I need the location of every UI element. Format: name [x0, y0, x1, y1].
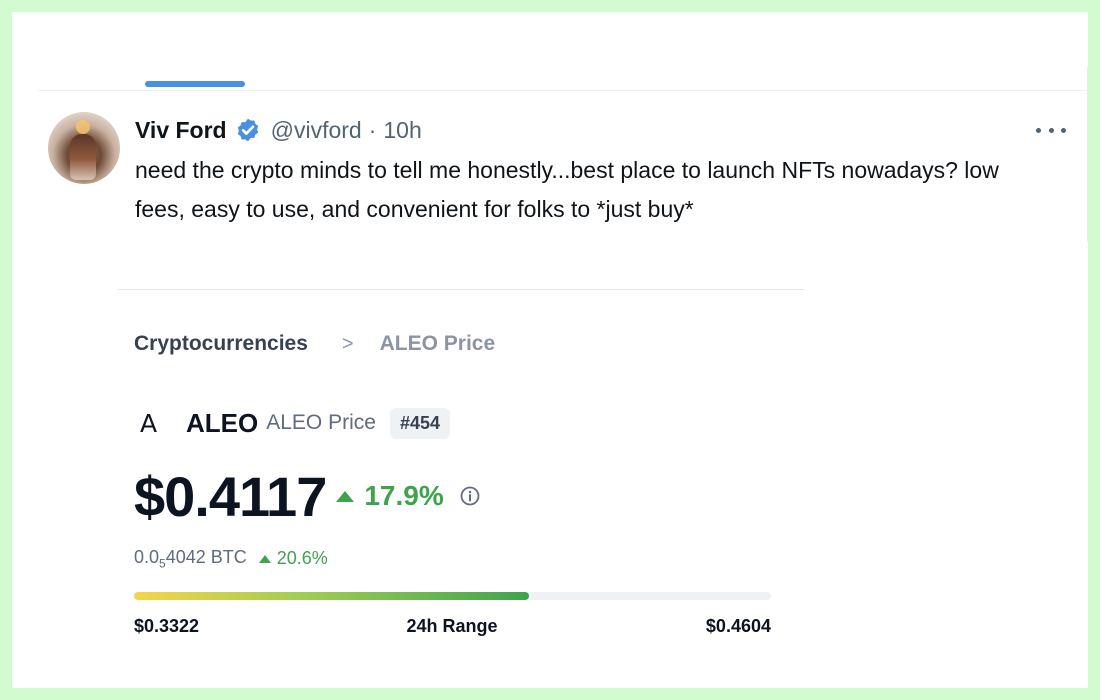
- caret-up-icon: [336, 490, 355, 502]
- breadcrumb-cryptocurrencies[interactable]: Cryptocurrencies: [134, 332, 308, 356]
- tweet-header: Viv Ford @vivford · 10h: [135, 114, 422, 146]
- price-row: $0.4117 17.9%: [134, 464, 480, 528]
- chevron-right-icon: >: [341, 332, 354, 355]
- tweet-card: Viv Ford @vivford · 10h need the crypto …: [12, 12, 1088, 688]
- coin-symbol: ALEO: [186, 407, 259, 438]
- range-low: $0.3322: [134, 616, 200, 636]
- range-label: 24h Range: [406, 616, 498, 636]
- range-bar-fill: [134, 592, 529, 600]
- tweet-text: need the crypto minds to tell me honestl…: [135, 157, 999, 222]
- price-change: 17.9%: [336, 480, 444, 512]
- breadcrumb: Cryptocurrencies > ALEO Price: [134, 332, 495, 356]
- avatar[interactable]: [48, 112, 120, 184]
- range-bar: [134, 592, 771, 600]
- more-options-icon[interactable]: [1036, 124, 1066, 136]
- btc-change: 20.6%: [258, 548, 328, 569]
- coin-subtitle: ALEO Price: [266, 411, 376, 434]
- breadcrumb-current: ALEO Price: [379, 332, 496, 355]
- author-name[interactable]: Viv Ford: [135, 117, 227, 144]
- price-change-value: 17.9%: [364, 480, 444, 511]
- divider: [118, 289, 804, 290]
- caret-up-icon: [258, 554, 271, 563]
- divider: [1087, 67, 1088, 242]
- info-icon[interactable]: [460, 486, 480, 506]
- aleo-logo-icon: A: [140, 408, 158, 438]
- range-high: $0.4604: [705, 616, 771, 636]
- author-handle[interactable]: @vivford: [271, 117, 362, 144]
- btc-price-row: 0.054042 BTC 20.6%: [134, 547, 328, 571]
- btc-price: 0.054042 BTC: [134, 547, 247, 571]
- tweet-timestamp[interactable]: 10h: [383, 117, 421, 144]
- verified-badge-icon: [237, 118, 258, 142]
- divider: [38, 90, 1088, 91]
- rank-badge: #454: [389, 407, 450, 439]
- active-tab-indicator: [145, 81, 245, 87]
- dot-separator: ·: [368, 116, 377, 143]
- coin-price: $0.4117: [134, 464, 327, 528]
- coin-header: A ALEO ALEO Price #454: [140, 405, 450, 441]
